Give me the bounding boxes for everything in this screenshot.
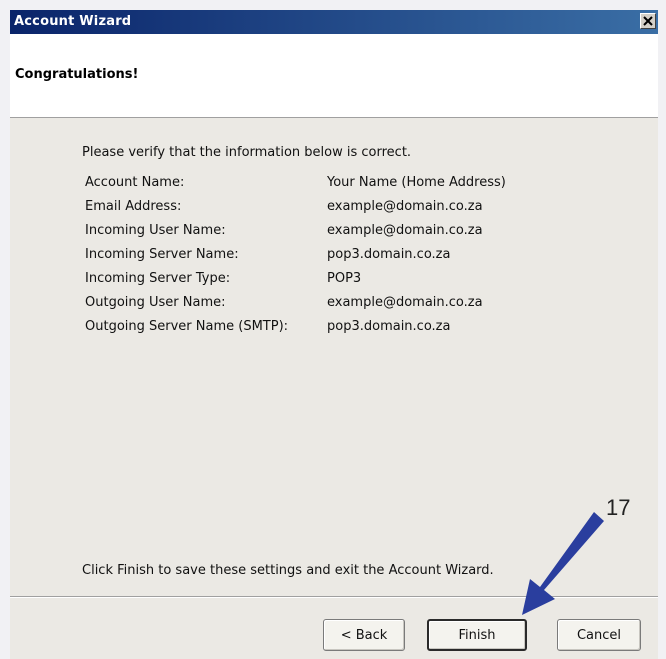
info-value: pop3.domain.co.za xyxy=(327,319,451,334)
info-label: Incoming User Name: xyxy=(85,223,226,238)
close-button[interactable] xyxy=(640,13,656,29)
footer-separator xyxy=(10,596,658,598)
close-icon xyxy=(643,16,653,26)
header-title: Congratulations! xyxy=(15,67,139,82)
info-label: Email Address: xyxy=(85,199,182,214)
info-value: POP3 xyxy=(327,271,362,286)
info-label: Outgoing Server Name (SMTP): xyxy=(85,319,289,334)
wizard-header: Congratulations! xyxy=(10,34,658,118)
info-value: Your Name (Home Address) xyxy=(327,175,506,190)
wizard-content: Please verify that the information below… xyxy=(10,118,658,659)
info-label: Account Name: xyxy=(85,175,185,190)
cancel-button[interactable]: Cancel xyxy=(557,619,641,651)
info-label: Incoming Server Name: xyxy=(85,247,239,262)
info-value: example@domain.co.za xyxy=(327,295,483,310)
info-value: example@domain.co.za xyxy=(327,223,483,238)
window-title: Account Wizard xyxy=(14,14,132,29)
title-bar: Account Wizard xyxy=(10,10,658,34)
info-value: example@domain.co.za xyxy=(327,199,483,214)
background-shape xyxy=(0,0,666,10)
finish-button[interactable]: Finish xyxy=(427,619,527,651)
info-label: Incoming Server Type: xyxy=(85,271,231,286)
finish-instruction: Click Finish to save these settings and … xyxy=(82,563,494,578)
step-number-label: 17 xyxy=(606,495,631,520)
account-wizard-window: Account Wizard Congratulations! Please v… xyxy=(10,10,658,659)
back-button[interactable]: < Back xyxy=(323,619,405,651)
info-value: pop3.domain.co.za xyxy=(327,247,451,262)
intro-text: Please verify that the information below… xyxy=(82,145,412,160)
info-label: Outgoing User Name: xyxy=(85,295,226,310)
